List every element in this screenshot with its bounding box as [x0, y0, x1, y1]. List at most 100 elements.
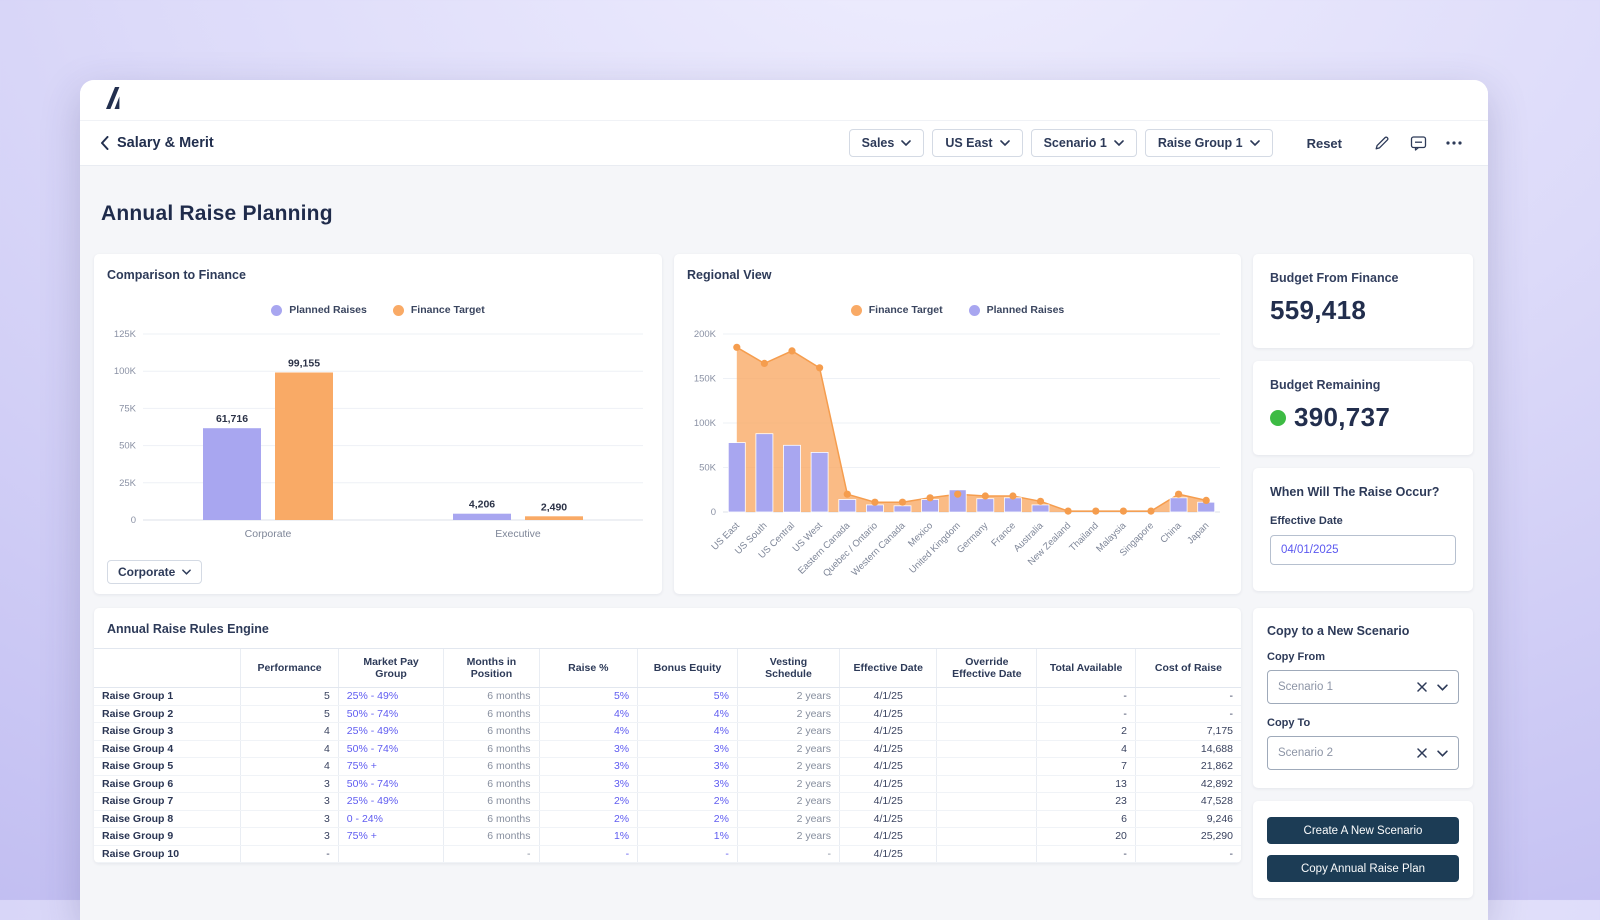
cell-date[interactable]: 4/1/25 [840, 705, 937, 723]
cell-pct[interactable]: 3% [539, 758, 638, 776]
copy-to-select[interactable]: Scenario 2 [1267, 736, 1459, 770]
cell-link[interactable]: 75% + [338, 828, 444, 846]
cell-num[interactable] [937, 723, 1037, 741]
cell-pct[interactable]: 2% [638, 793, 738, 811]
cell-num[interactable]: - [1135, 705, 1241, 723]
create-scenario-button[interactable]: Create A New Scenario [1267, 817, 1459, 844]
cell-pct[interactable]: - [539, 845, 638, 863]
copy-raise-plan-button[interactable]: Copy Annual Raise Plan [1267, 855, 1459, 882]
cell-muted[interactable]: 6 months [444, 828, 539, 846]
cell-num[interactable]: 4 [241, 723, 338, 741]
cell-pct[interactable]: 3% [539, 775, 638, 793]
cell-num[interactable]: 3 [241, 775, 338, 793]
cell-link[interactable]: 50% - 74% [338, 740, 444, 758]
cell-num[interactable]: 4 [1037, 740, 1136, 758]
cell-muted[interactable]: 2 years [737, 705, 839, 723]
cell-muted[interactable]: 6 months [444, 775, 539, 793]
cell-num[interactable]: 47,528 [1135, 793, 1241, 811]
cell-date[interactable]: 4/1/25 [840, 845, 937, 863]
cell-num[interactable]: 21,862 [1135, 758, 1241, 776]
filter-scenario[interactable]: Scenario 1 [1031, 129, 1137, 157]
cell-muted[interactable]: - [737, 845, 839, 863]
cell-date[interactable]: 4/1/25 [840, 828, 937, 846]
cell-num[interactable]: - [241, 845, 338, 863]
filter-region[interactable]: US East [932, 129, 1022, 157]
cell-link[interactable]: 75% + [338, 758, 444, 776]
edit-pencil-icon[interactable] [1368, 129, 1396, 157]
cell-muted[interactable]: 6 months [444, 810, 539, 828]
cell-num[interactable] [937, 845, 1037, 863]
cell-pct[interactable]: 2% [539, 810, 638, 828]
cell-muted[interactable]: 6 months [444, 688, 539, 706]
cell-muted[interactable]: 2 years [737, 810, 839, 828]
comments-icon[interactable] [1404, 129, 1432, 157]
cell-pct[interactable]: 4% [539, 723, 638, 741]
cell-date[interactable]: 4/1/25 [840, 793, 937, 811]
cell-num[interactable]: 3 [241, 828, 338, 846]
cell-muted[interactable]: 6 months [444, 740, 539, 758]
cell-pct[interactable]: 3% [638, 775, 738, 793]
cell-muted[interactable]: 6 months [444, 793, 539, 811]
clear-x-icon[interactable] [1417, 682, 1427, 692]
chart-page-selector[interactable]: Corporate [107, 560, 202, 584]
cell-num[interactable]: 4 [241, 740, 338, 758]
cell-num[interactable]: 4 [241, 758, 338, 776]
cell-link[interactable]: 50% - 74% [338, 775, 444, 793]
cell-link[interactable]: 25% - 49% [338, 793, 444, 811]
cell-muted[interactable]: 2 years [737, 688, 839, 706]
cell-num[interactable]: 7 [1037, 758, 1136, 776]
clear-x-icon[interactable] [1417, 748, 1427, 758]
filter-sales[interactable]: Sales [849, 129, 925, 157]
cell-num[interactable]: 5 [241, 705, 338, 723]
cell-num[interactable]: 9,246 [1135, 810, 1241, 828]
cell-num[interactable] [937, 705, 1037, 723]
cell-muted[interactable]: 2 years [737, 775, 839, 793]
cell-num[interactable]: 7,175 [1135, 723, 1241, 741]
cell-link[interactable]: 50% - 74% [338, 705, 444, 723]
cell-num[interactable]: 5 [241, 688, 338, 706]
cell-date[interactable]: 4/1/25 [840, 688, 937, 706]
cell-pct[interactable]: 1% [539, 828, 638, 846]
cell-num[interactable] [937, 793, 1037, 811]
cell-num[interactable]: - [1037, 688, 1136, 706]
cell-link[interactable]: 25% - 49% [338, 723, 444, 741]
cell-pct[interactable]: 5% [638, 688, 738, 706]
cell-date[interactable]: 4/1/25 [840, 758, 937, 776]
cell-num[interactable] [937, 775, 1037, 793]
cell-pct[interactable]: 1% [638, 828, 738, 846]
cell-num[interactable]: - [1135, 688, 1241, 706]
cell-num[interactable]: 20 [1037, 828, 1136, 846]
cell-pct[interactable]: - [638, 845, 738, 863]
cell-muted[interactable]: 6 months [444, 758, 539, 776]
cell-num[interactable]: 6 [1037, 810, 1136, 828]
cell-muted[interactable]: 2 years [737, 723, 839, 741]
cell-num[interactable]: 25,290 [1135, 828, 1241, 846]
cell-date[interactable]: 4/1/25 [840, 810, 937, 828]
more-options-icon[interactable] [1440, 129, 1468, 157]
cell-num[interactable] [937, 688, 1037, 706]
cell-date[interactable]: 4/1/25 [840, 775, 937, 793]
cell-num[interactable]: 2 [1037, 723, 1136, 741]
cell-link[interactable]: 25% - 49% [338, 688, 444, 706]
cell-muted[interactable]: 2 years [737, 828, 839, 846]
cell-pct[interactable]: 4% [638, 723, 738, 741]
cell-pct[interactable]: 2% [539, 793, 638, 811]
cell-link[interactable] [338, 845, 444, 863]
reset-button[interactable]: Reset [1307, 136, 1342, 151]
cell-date[interactable]: 4/1/25 [840, 740, 937, 758]
cell-num[interactable]: - [1135, 845, 1241, 863]
cell-pct[interactable]: 3% [638, 758, 738, 776]
cell-num[interactable]: 14,688 [1135, 740, 1241, 758]
cell-num[interactable]: 13 [1037, 775, 1136, 793]
effective-date-input[interactable] [1270, 535, 1456, 565]
cell-num[interactable] [937, 828, 1037, 846]
cell-pct[interactable]: 4% [539, 705, 638, 723]
cell-num[interactable]: 3 [241, 793, 338, 811]
cell-num[interactable] [937, 810, 1037, 828]
cell-date[interactable]: 4/1/25 [840, 723, 937, 741]
copy-from-select[interactable]: Scenario 1 [1267, 670, 1459, 704]
anaplan-logo-icon[interactable] [102, 86, 124, 115]
cell-link[interactable]: 0 - 24% [338, 810, 444, 828]
cell-pct[interactable]: 4% [638, 705, 738, 723]
cell-num[interactable]: - [1037, 705, 1136, 723]
